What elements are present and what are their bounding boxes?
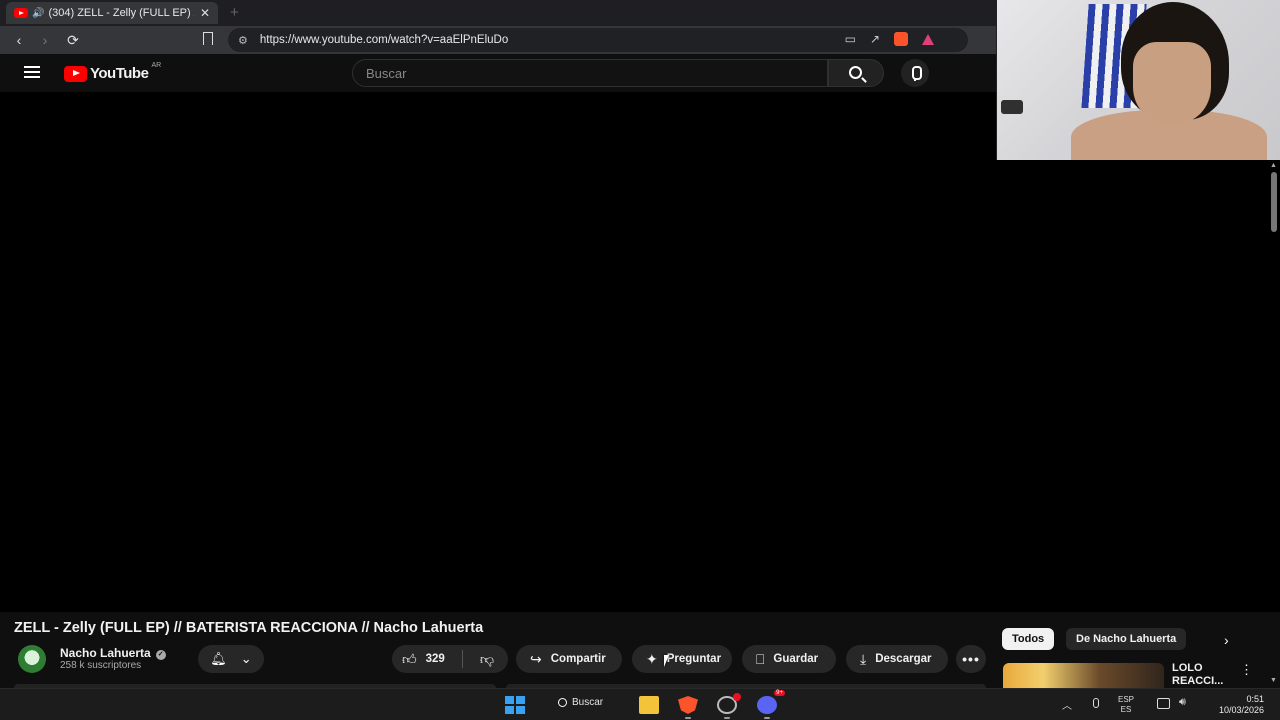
chip-all[interactable]: Todos — [1002, 628, 1055, 650]
cast-icon[interactable]: ▭ — [845, 32, 856, 46]
search-input[interactable]: Buscar — [352, 59, 828, 87]
close-tab-icon[interactable]: ✕ — [200, 6, 210, 20]
audio-playing-icon[interactable]: 🔊 — [32, 8, 44, 19]
share-label: Compartir — [550, 653, 606, 665]
save-bookmark-icon: ⎕ — [756, 650, 765, 667]
bookmark-icon[interactable] — [203, 32, 213, 45]
tray-overflow-icon[interactable]: ︿ — [1062, 697, 1072, 712]
dislike-icon[interactable]: 👎︎ — [480, 651, 494, 668]
brave-rewards-icon[interactable] — [922, 34, 934, 45]
scrollbar-thumb[interactable] — [1271, 172, 1277, 232]
youtube-logo[interactable]: YouTube AR — [64, 62, 162, 82]
video-title: ZELL - Zelly (FULL EP) // BATERISTA REAC… — [14, 620, 484, 636]
chevron-down-icon: ⌄ — [240, 651, 252, 666]
search-button[interactable] — [828, 59, 884, 87]
youtube-play-icon — [64, 65, 87, 82]
network-icon[interactable] — [1157, 698, 1170, 709]
video-player[interactable] — [0, 92, 1280, 612]
tab-title: (304) ZELL - Zelly (FULL EP) // — [48, 7, 194, 19]
webcam-person-face — [1133, 42, 1211, 124]
mouse-cursor-icon — [664, 655, 669, 667]
save-label: Guardar — [773, 653, 819, 665]
chips-next-icon[interactable]: › — [1224, 632, 1229, 648]
taskbar-search-icon — [558, 698, 567, 707]
logo-text: YouTube — [90, 65, 149, 82]
brave-shields-icon[interactable] — [894, 32, 908, 46]
bell-icon: 🔔︎ — [210, 651, 227, 666]
clock-date: 10/03/2026 — [1218, 705, 1264, 715]
clock-time: 0:51 — [1246, 694, 1264, 704]
windows-taskbar: Buscar ︿ ESP ES 🔊︎ 0:51 10/03/2026 — [0, 688, 1280, 720]
verified-icon: ✓ — [155, 650, 166, 660]
like-dislike-bar: 👍︎ 329 👎︎ — [392, 645, 508, 673]
discord-icon[interactable] — [757, 690, 785, 714]
back-button[interactable]: ‹ — [6, 32, 32, 48]
reload-button[interactable]: ⟳ — [60, 32, 86, 49]
site-settings-icon[interactable]: ⚙ — [238, 34, 248, 47]
file-explorer-icon[interactable] — [639, 696, 659, 714]
taskbar-search[interactable]: Buscar — [558, 697, 603, 708]
ask-label: Preguntar — [666, 653, 722, 665]
chat-app-icon[interactable] — [717, 693, 741, 714]
forward-button[interactable]: › — [32, 32, 58, 48]
new-tab-button[interactable]: + — [230, 4, 239, 21]
ask-button[interactable]: ✦ Preguntar — [632, 645, 732, 673]
browser-tab-strip: 🔊 (304) ZELL - Zelly (FULL EP) // ✕ + — [0, 0, 996, 26]
subscriber-count: 258 k suscriptores — [60, 660, 142, 671]
channel-avatar[interactable] — [18, 645, 46, 673]
country-code: AR — [151, 62, 162, 69]
rec-title-line1: LOLO — [1172, 662, 1203, 674]
volume-icon[interactable]: 🔊︎ — [1179, 696, 1186, 709]
download-label: Descargar — [875, 653, 932, 665]
address-bar[interactable]: ⚙ https://www.youtube.com/watch?v=aaElPn… — [228, 28, 968, 52]
download-button[interactable]: ⤓ Descargar — [846, 645, 948, 673]
like-count[interactable]: 329 — [426, 653, 445, 665]
brave-browser-icon[interactable] — [678, 696, 698, 714]
recommended-more-icon[interactable]: ⋮ — [1240, 662, 1253, 678]
voice-search-button[interactable] — [901, 59, 929, 87]
sparkle-icon: ✦ — [646, 650, 658, 667]
menu-icon[interactable] — [24, 66, 40, 78]
search-placeholder: Buscar — [366, 65, 407, 81]
scroll-down-arrow[interactable]: ▼ — [1270, 677, 1277, 684]
discord-running-indicator — [764, 717, 770, 719]
windows-start-icon[interactable] — [505, 696, 525, 714]
like-icon[interactable]: 👍︎ — [402, 651, 417, 668]
chip-from-channel[interactable]: De Nacho Lahuerta — [1066, 628, 1187, 650]
taskbar-search-label: Buscar — [572, 697, 604, 708]
scroll-up-arrow[interactable]: ▲ — [1270, 162, 1277, 169]
like-separator — [461, 650, 463, 668]
chat-running-indicator — [724, 717, 730, 719]
share-page-icon[interactable]: ↗ — [870, 32, 880, 46]
webcam-overlay — [996, 0, 1280, 160]
search-icon — [849, 66, 862, 79]
share-icon: ↪ — [530, 650, 542, 667]
channel-name-row[interactable]: Nacho Lahuerta ✓ — [60, 646, 166, 660]
url-text[interactable]: https://www.youtube.com/watch?v=aaElPnEl… — [260, 34, 508, 46]
microphone-icon[interactable] — [1093, 698, 1099, 708]
clock[interactable]: 0:51 10/03/2026 — [1206, 694, 1264, 716]
youtube-favicon-icon — [14, 8, 28, 18]
browser-toolbar: ‹ › ⟳ ⚙ https://www.youtube.com/watch?v=… — [0, 26, 996, 54]
browser-tab-youtube[interactable]: 🔊 (304) ZELL - Zelly (FULL EP) // ✕ — [6, 2, 218, 24]
youtube-header: YouTube AR Buscar — [0, 54, 996, 92]
rec-title-line2: REACCI... — [1172, 675, 1224, 687]
webcam-cable — [1001, 100, 1023, 114]
recommended-video-title[interactable]: LOLO REACCI... — [1172, 662, 1223, 688]
save-button[interactable]: ⎕ Guardar — [742, 645, 836, 673]
channel-name[interactable]: Nacho Lahuerta — [60, 646, 151, 660]
brave-running-indicator — [685, 717, 691, 719]
address-bar-actions: ▭ ↗ — [845, 32, 934, 46]
lang-line2: ES — [1120, 705, 1132, 714]
download-icon: ⤓ — [860, 650, 867, 667]
recommended-video-thumbnail[interactable] — [1003, 663, 1164, 688]
share-button[interactable]: ↪ Compartir — [516, 645, 622, 673]
language-indicator[interactable]: ESP ES — [1118, 695, 1134, 715]
more-actions-button[interactable]: ••• — [956, 645, 986, 673]
notifications-button[interactable]: 🔔︎ ⌄ — [198, 645, 264, 673]
lang-line1: ESP — [1118, 695, 1135, 704]
